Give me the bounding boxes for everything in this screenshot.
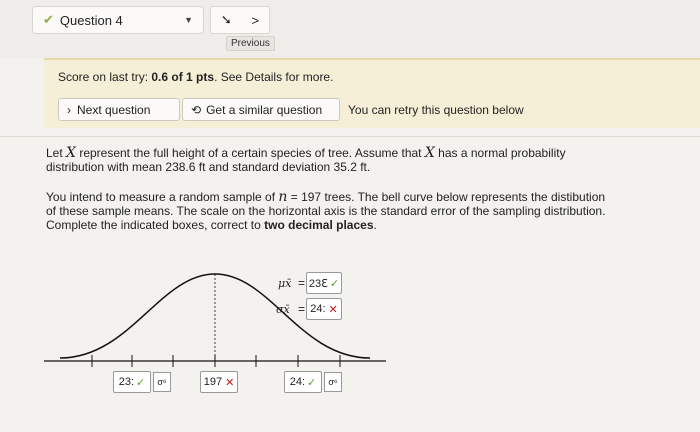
sigma-button[interactable]: σ⁶ (153, 372, 171, 392)
p1-text-d: distribution with mean 238.6 ft and stan… (46, 160, 371, 174)
problem-paragraph-1: Let X represent the full height of a cer… (46, 146, 656, 174)
check-icon: ✓ (329, 277, 340, 290)
mu-equals: = (298, 276, 306, 290)
similar-question-button[interactable]: ⟲ Get a similar question (182, 98, 340, 121)
mid-tick-value: 197 (203, 376, 223, 388)
check-icon: ✓ (136, 376, 146, 389)
sigma-equals: = (298, 302, 306, 316)
p2-text-c: of these sample means. The scale on the … (46, 204, 606, 218)
mean-input[interactable]: 23ℇ ✓ (306, 272, 342, 294)
sigma-label: σx̄ (276, 303, 290, 316)
left-tick-input[interactable]: 23: ✓ (113, 371, 151, 393)
question-header: ✔ Question 4 ▼ ➘ > Previous (0, 0, 700, 58)
left-tick-value: 23: (118, 376, 135, 388)
cross-icon: ✕ (328, 303, 338, 316)
var-x-2: X (424, 145, 435, 161)
score-prefix: Score on last try: (58, 70, 152, 84)
score-text: Score on last try: 0.6 of 1 pts. See Det… (58, 70, 333, 84)
similar-question-label: Get a similar question (206, 102, 323, 117)
p2-end: . (373, 218, 377, 232)
problem-paragraph-2: You intend to measure a random sample of… (46, 190, 656, 232)
right-tick-input[interactable]: 24: ✓ (284, 371, 322, 393)
p1-text-b: represent the full height of a certain s… (75, 146, 425, 160)
p2-text-b: = 197 trees. The bell curve below repres… (287, 190, 606, 204)
score-panel: Score on last try: 0.6 of 1 pts. See Det… (44, 58, 700, 128)
previous-tooltip: Previous (226, 36, 275, 51)
sigma-button[interactable]: σ⁶ (324, 372, 342, 392)
next-icon[interactable]: > (252, 13, 260, 28)
var-x: X (66, 145, 76, 161)
p1-text-a: Let (46, 146, 67, 160)
std-error-input[interactable]: 24: ✕ (306, 298, 342, 320)
dropdown-caret-icon: ▼ (184, 15, 193, 25)
mu-label: μx̄ (278, 277, 292, 290)
mean-value: 23ℇ (308, 277, 328, 290)
check-icon: ✓ (307, 376, 317, 389)
next-question-label: Next question (77, 102, 151, 117)
p2-bold: two decimal places (264, 218, 374, 232)
retry-text: You can retry this question below (348, 103, 524, 117)
chevron-right-icon: › (67, 102, 71, 117)
right-tick-value: 24: (289, 376, 306, 388)
divider (0, 136, 700, 137)
mid-tick-input[interactable]: 197 ✕ (200, 371, 238, 393)
nav-buttons: ➘ > (210, 6, 270, 34)
cross-icon: ✕ (225, 376, 235, 389)
p2-text-a: You intend to measure a random sample of (46, 190, 279, 204)
score-value: 0.6 of 1 pts (151, 70, 215, 84)
score-suffix: . See Details for more. (214, 70, 334, 84)
next-question-button[interactable]: › Next question (58, 98, 180, 121)
p2-text-d: Complete the indicated boxes, correct to (46, 218, 265, 232)
check-icon: ✔ (43, 12, 54, 27)
std-error-value: 24: (310, 303, 326, 315)
previous-icon[interactable]: ➘ (221, 12, 232, 28)
question-selector[interactable]: ✔ Question 4 ▼ (32, 6, 204, 34)
refresh-icon: ⟲ (191, 102, 202, 117)
question-label: Question 4 (59, 12, 123, 28)
p1-text-c: has a normal probability (434, 146, 566, 160)
